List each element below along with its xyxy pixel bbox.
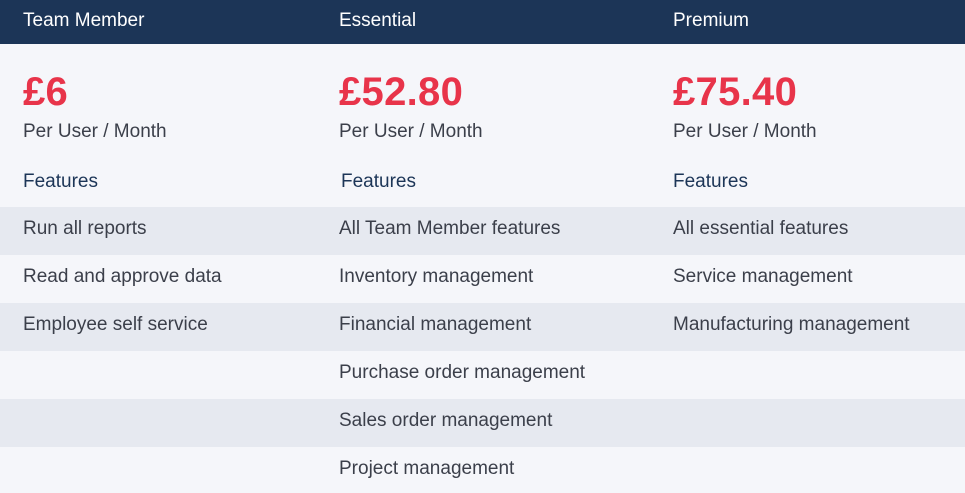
plan-title-team-member: Team Member (23, 10, 145, 31)
plan-title-essential: Essential (339, 10, 417, 31)
features-heading-premium: Features (673, 171, 748, 192)
feature-item: Manufacturing management (673, 314, 910, 335)
feature-item: Sales order management (339, 410, 553, 431)
feature-item: Inventory management (339, 266, 534, 287)
plan-unit-team-member: Per User / Month (23, 121, 167, 142)
feature-item: Purchase order management (339, 362, 586, 383)
plan-price-team-member: £6 (23, 70, 69, 114)
feature-item: Read and approve data (23, 266, 222, 287)
feature-item: Run all reports (23, 218, 147, 239)
plan-title-premium: Premium (673, 10, 750, 31)
pricing-header: Team Member Essential Premium (0, 0, 965, 44)
feature-item: Service management (673, 266, 853, 287)
feature-item: All Team Member features (339, 218, 561, 239)
plan-unit-essential: Per User / Month (339, 121, 483, 142)
feature-item: Financial management (339, 314, 532, 335)
features-heading-team-member: Features (23, 171, 98, 192)
plan-price-premium: £75.40 (673, 70, 798, 114)
feature-item: Employee self service (23, 314, 208, 335)
feature-item: All essential features (673, 218, 849, 239)
plan-unit-premium: Per User / Month (673, 121, 817, 142)
features-heading-essential: Features (341, 171, 416, 192)
plan-price-essential: £52.80 (339, 70, 464, 114)
feature-item: Project management (339, 458, 515, 479)
